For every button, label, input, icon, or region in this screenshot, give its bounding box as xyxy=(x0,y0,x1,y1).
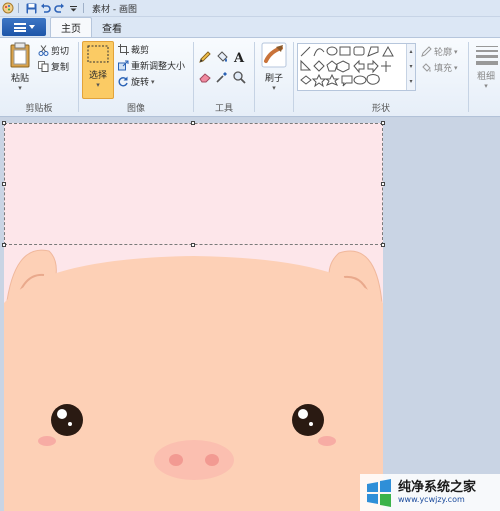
workspace: 纯净系统之家 www.ycwjzy.com xyxy=(0,118,500,511)
fill-icon xyxy=(422,63,431,72)
outline-icon xyxy=(421,46,432,57)
paint-app-icon[interactable] xyxy=(2,2,14,14)
crop-button[interactable]: 裁剪 xyxy=(118,43,149,56)
chevron-down-icon: ▾ xyxy=(96,81,100,89)
chevron-down-icon: ▾ xyxy=(454,47,458,56)
ribbon-tab-row: 主页 查看 xyxy=(0,17,500,37)
magnifier-icon[interactable] xyxy=(232,70,248,87)
resize-button[interactable]: 重新调整大小 xyxy=(118,59,185,72)
resize-icon xyxy=(118,60,129,71)
undo-icon[interactable] xyxy=(39,2,51,14)
resize-handle[interactable] xyxy=(381,243,385,247)
resize-handle[interactable] xyxy=(191,121,195,125)
rotate-icon xyxy=(118,76,128,87)
title-separator xyxy=(83,3,84,13)
chevron-down-icon: ▾ xyxy=(18,84,22,92)
group-divider xyxy=(193,42,194,112)
save-icon[interactable] xyxy=(25,2,37,14)
size-label: 粗细 xyxy=(476,72,495,82)
shapes-gallery-icons xyxy=(300,45,394,88)
customize-toolbar-icon[interactable] xyxy=(67,2,79,14)
pencil-icon[interactable] xyxy=(198,50,214,67)
color-picker-icon[interactable] xyxy=(215,70,231,87)
cut-label: 剪切 xyxy=(51,47,70,57)
resize-handle[interactable] xyxy=(2,243,6,247)
resize-label: 重新调整大小 xyxy=(131,62,186,72)
shapes-scrollbar[interactable]: ▴ ▾ ▾ xyxy=(406,44,415,90)
resize-handle[interactable] xyxy=(191,243,195,247)
title-bar: 素材 - 画图 xyxy=(0,0,500,17)
group-divider xyxy=(468,42,469,112)
chevron-down-icon: ▾ xyxy=(454,63,458,72)
select-button[interactable]: 选择 ▾ xyxy=(82,41,114,99)
resize-handle[interactable] xyxy=(2,121,6,125)
fill-label: 填充 xyxy=(434,64,453,74)
crop-icon xyxy=(118,44,129,55)
ribbon: 粘贴 ▾ 剪切 复制 剪贴板 选择 ▾ 裁剪 重新调整大小 旋转 ▾ 图像 A … xyxy=(0,37,500,117)
size-button[interactable]: 粗细 ▾ xyxy=(472,44,500,90)
chevron-down-icon: ▾ xyxy=(272,84,276,92)
redo-icon[interactable] xyxy=(53,2,65,14)
resize-handle[interactable] xyxy=(2,182,6,186)
brushes-label: 刷子 xyxy=(264,74,283,84)
window-title: 素材 - 画图 xyxy=(92,4,137,15)
group-divider xyxy=(293,42,294,112)
file-menu-button[interactable] xyxy=(2,18,46,36)
group-divider xyxy=(254,42,255,112)
tools-group: A 工具 xyxy=(195,40,253,114)
fill-button[interactable]: 填充 ▾ xyxy=(421,61,458,74)
resize-handle[interactable] xyxy=(381,182,385,186)
line-width-icon xyxy=(476,46,498,65)
watermark-url: www.ycwjzy.com xyxy=(398,495,465,504)
rotate-label: 旋转 xyxy=(131,78,150,88)
chevron-down-icon: ▾ xyxy=(151,77,155,86)
copy-button[interactable]: 复制 xyxy=(38,60,69,73)
select-label: 选择 xyxy=(88,71,107,81)
clipboard-group: 粘贴 ▾ 剪切 复制 剪贴板 xyxy=(2,40,76,114)
paste-label: 粘贴 xyxy=(10,74,29,84)
cut-button[interactable]: 剪切 xyxy=(38,44,69,57)
outline-label: 轮廓 xyxy=(434,48,453,58)
svg-text:A: A xyxy=(233,51,245,64)
paste-button[interactable]: 粘贴 ▾ xyxy=(6,42,34,92)
shapes-group: ▴ ▾ ▾ 轮廓 ▾ 填充 ▾ 形状 xyxy=(295,40,467,114)
eraser-icon[interactable] xyxy=(198,70,214,87)
tab-home[interactable]: 主页 xyxy=(50,17,92,37)
brush-icon xyxy=(261,42,287,68)
resize-handle[interactable] xyxy=(381,121,385,125)
watermark: 纯净系统之家 www.ycwjzy.com xyxy=(360,474,500,511)
outline-button[interactable]: 轮廓 ▾ xyxy=(421,45,458,58)
crop-label: 裁剪 xyxy=(131,46,150,56)
shapes-group-label: 形状 xyxy=(371,104,390,114)
shapes-gallery[interactable]: ▴ ▾ ▾ xyxy=(297,43,416,91)
brushes-button[interactable]: 刷子 ▾ xyxy=(258,42,290,92)
tab-view[interactable]: 查看 xyxy=(92,17,132,37)
scissors-icon xyxy=(38,45,49,56)
copy-label: 复制 xyxy=(51,63,70,73)
clipboard-group-label: 剪贴板 xyxy=(25,104,53,114)
tools-group-label: 工具 xyxy=(214,104,233,114)
size-group: 粗细 ▾ xyxy=(470,40,500,114)
text-tool-icon[interactable]: A xyxy=(232,50,248,67)
tools-grid: A xyxy=(198,50,248,87)
selection-rectangle-icon xyxy=(87,45,109,63)
brushes-group: 刷子 ▾ xyxy=(256,40,292,114)
chevron-down-icon xyxy=(28,25,35,29)
title-separator xyxy=(18,3,19,13)
chevron-down-icon: ▾ xyxy=(484,82,488,90)
watermark-name: 纯净系统之家 xyxy=(398,480,477,495)
watermark-logo-icon xyxy=(367,478,391,507)
paste-icon xyxy=(10,42,30,68)
selection-box[interactable] xyxy=(4,123,383,245)
image-group: 选择 ▾ 裁剪 重新调整大小 旋转 ▾ 图像 xyxy=(80,40,192,114)
rotate-button[interactable]: 旋转 ▾ xyxy=(118,75,155,88)
copy-icon xyxy=(38,61,49,72)
group-divider xyxy=(78,42,79,112)
fill-bucket-icon[interactable] xyxy=(215,50,231,67)
menu-icon xyxy=(13,22,26,32)
image-group-label: 图像 xyxy=(126,104,145,114)
